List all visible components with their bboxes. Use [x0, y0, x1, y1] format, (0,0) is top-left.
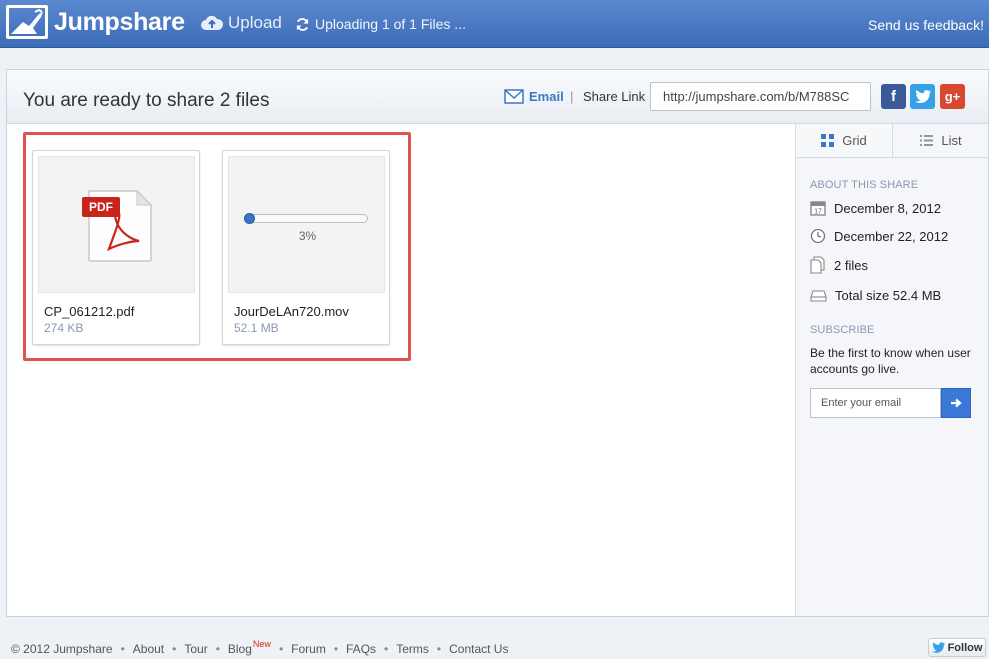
expires-date-row: December 22, 2012 — [810, 228, 948, 244]
upload-progress-text: 3% — [298, 229, 317, 243]
footer-separator: • — [215, 642, 220, 656]
file-count: 2 files — [834, 257, 868, 273]
cloud-upload-icon — [201, 15, 223, 30]
subscribe-text: Be the first to know when user accounts … — [810, 346, 971, 376]
email-label: Email — [529, 89, 564, 104]
upload-status-text: Uploading 1 of 1 Files ... — [315, 16, 466, 32]
app-name: Jumpshare — [54, 7, 185, 36]
file-card[interactable]: PDF CP_061212.pdf 274 KB — [32, 150, 200, 345]
share-sidebar: Grid List ABOUT THIS SHARE 17 December 8… — [795, 124, 989, 616]
about-section-title: ABOUT THIS SHARE — [810, 179, 919, 191]
footer-separator: • — [172, 642, 177, 656]
twitter-bird-icon — [931, 642, 945, 653]
share-link-label: Share Link — [583, 89, 646, 104]
list-view-button[interactable]: List — [893, 124, 989, 157]
facebook-button[interactable]: f — [881, 84, 906, 109]
subscribe-email-input[interactable] — [810, 388, 941, 418]
logo[interactable]: Jumpshare — [6, 5, 185, 39]
pdf-file-icon — [82, 189, 153, 262]
arrow-right-icon — [951, 398, 962, 408]
list-label: List — [941, 133, 962, 148]
created-date-row: 17 December 8, 2012 — [810, 200, 941, 216]
refresh-icon — [296, 17, 309, 31]
pdf-badge: PDF — [89, 200, 113, 214]
subscribe-submit-button[interactable] — [941, 388, 971, 418]
top-bar: Jumpshare Upload Uploading 1 of 1 Files … — [0, 0, 989, 48]
footer-link-blog[interactable]: Blog — [228, 642, 252, 656]
file-size: 52.1 MB — [234, 321, 279, 335]
share-panel: You are ready to share 2 files Email | S… — [6, 69, 989, 617]
file-card[interactable]: 3% JourDeLAn720.mov 52.1 MB — [222, 150, 390, 345]
calendar-icon: 17 — [810, 201, 826, 216]
grid-view-button[interactable]: Grid — [796, 124, 893, 157]
googleplus-button[interactable]: g+ — [940, 84, 965, 109]
upload-progress-bar — [244, 214, 368, 223]
email-share-link[interactable]: Email — [504, 89, 564, 104]
share-header: You are ready to share 2 files Email | S… — [7, 70, 988, 124]
created-date: December 8, 2012 — [834, 200, 941, 216]
total-size: Total size 52.4 MB — [835, 288, 942, 303]
file-thumbnail: 3% — [228, 156, 385, 293]
share-link-input[interactable] — [650, 82, 871, 111]
files-area: PDF CP_061212.pdf 274 KB 3% JourDeLAn720… — [7, 124, 795, 616]
subscribe-section-title: SUBSCRIBE — [810, 324, 875, 336]
upload-button[interactable]: Upload — [201, 13, 282, 33]
footer-separator: • — [278, 642, 284, 656]
footer-link-about[interactable]: About — [133, 642, 164, 656]
footer-link-contact[interactable]: Contact Us — [449, 642, 508, 656]
googleplus-icon: g+ — [944, 89, 961, 104]
kangaroo-logo-icon — [6, 5, 48, 39]
progress-knob — [244, 213, 255, 224]
copyright: © 2012 Jumpshare — [11, 642, 113, 656]
total-size-row: Total size 52.4 MB — [810, 288, 941, 303]
twitter-bird-icon — [914, 90, 931, 103]
page-title: You are ready to share 2 files — [23, 90, 270, 111]
svg-text:17: 17 — [814, 209, 822, 216]
footer-separator: • — [436, 642, 442, 656]
footer-link-faqs[interactable]: FAQs — [346, 642, 376, 656]
footer-link-tour[interactable]: Tour — [184, 642, 207, 656]
twitter-button[interactable]: t — [910, 84, 935, 109]
file-count-row: 2 files — [810, 256, 868, 274]
expires-date: December 22, 2012 — [834, 228, 949, 244]
twitter-follow-button[interactable]: Follow — [928, 638, 986, 657]
envelope-icon — [504, 89, 524, 104]
footer-link-forum[interactable]: Forum — [291, 642, 326, 656]
file-name: JourDeLAn720.mov — [234, 304, 349, 319]
file-thumbnail: PDF — [38, 156, 195, 293]
list-icon — [920, 135, 934, 146]
view-toggle: Grid List — [796, 124, 989, 158]
footer: © 2012 Jumpshare • About • Tour • Blog Ne… — [11, 639, 508, 656]
clock-icon — [810, 228, 826, 244]
hard-drive-icon — [810, 289, 827, 302]
grid-label: Grid — [842, 133, 867, 148]
separator: | — [570, 89, 574, 104]
file-size: 274 KB — [44, 321, 84, 335]
footer-separator: • — [384, 642, 389, 656]
footer-separator: • — [333, 642, 339, 656]
files-icon — [810, 256, 825, 274]
footer-link-terms[interactable]: Terms — [396, 642, 429, 656]
file-name: CP_061212.pdf — [44, 304, 135, 319]
follow-label: Follow — [947, 641, 983, 654]
facebook-icon: f — [891, 88, 896, 105]
footer-separator: • — [120, 642, 125, 656]
blog-new-badge: New — [252, 639, 271, 649]
feedback-link[interactable]: Send us feedback! — [868, 17, 984, 33]
upload-status: Uploading 1 of 1 Files ... — [295, 16, 466, 32]
upload-label: Upload — [228, 13, 282, 32]
grid-icon — [821, 134, 835, 147]
